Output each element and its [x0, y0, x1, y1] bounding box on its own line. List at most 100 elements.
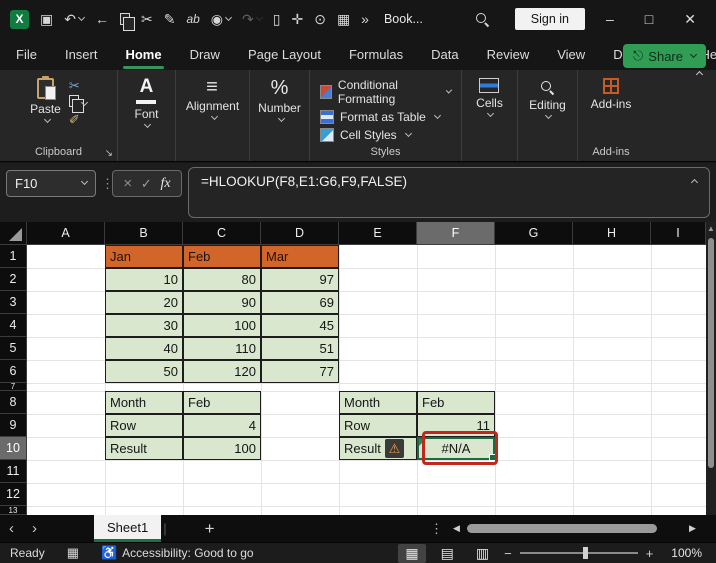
- font-group[interactable]: A Font: [118, 70, 176, 161]
- formula-input[interactable]: =HLOOKUP(F8,E1:G6,F9,FALSE): [188, 167, 710, 218]
- close-button[interactable]: ✕: [674, 11, 706, 28]
- addins-group[interactable]: Add-ins Add-ins: [578, 70, 644, 161]
- column-header-G[interactable]: G: [495, 222, 573, 245]
- tab-insert[interactable]: Insert: [63, 43, 100, 66]
- column-header-B[interactable]: B: [105, 222, 183, 245]
- row-header-9[interactable]: 9: [0, 414, 27, 437]
- tab-home[interactable]: Home: [123, 43, 164, 69]
- alignment-group[interactable]: ≡ Alignment: [176, 70, 250, 161]
- new-file-icon[interactable]: ▯: [273, 12, 281, 26]
- zoom-slider-thumb[interactable]: [583, 547, 589, 559]
- copy-button[interactable]: [68, 95, 88, 113]
- table-search-icon[interactable]: ▦: [337, 12, 350, 26]
- tab-file[interactable]: File: [14, 43, 39, 66]
- back-icon[interactable]: ←: [95, 12, 109, 26]
- cell-B6[interactable]: 50: [105, 360, 183, 383]
- cell-B1[interactable]: Jan: [105, 245, 183, 268]
- cell-B4[interactable]: 30: [105, 314, 183, 337]
- tab-review[interactable]: Review: [485, 43, 532, 66]
- minimize-button[interactable]: –: [596, 11, 624, 27]
- enter-icon[interactable]: ✓: [141, 176, 152, 192]
- accessibility-status[interactable]: Accessibility: Good to go: [122, 546, 253, 560]
- accessibility-icon[interactable]: ♿: [101, 545, 117, 561]
- paste-button[interactable]: Paste: [30, 76, 61, 124]
- row-header-7[interactable]: 7: [0, 383, 27, 391]
- cell-D4[interactable]: 45: [261, 314, 339, 337]
- sheet-nav-right-icon[interactable]: ›: [23, 520, 46, 537]
- cell-D1[interactable]: Mar: [261, 245, 339, 268]
- add-sheet-button[interactable]: +: [205, 519, 215, 539]
- draw-icon[interactable]: ✛: [291, 12, 303, 26]
- column-header-E[interactable]: E: [339, 222, 417, 245]
- row-header-12[interactable]: 12: [0, 483, 27, 506]
- normal-view-icon[interactable]: ▦: [398, 543, 426, 563]
- cell-C5[interactable]: 110: [183, 337, 261, 360]
- styles-item-conditional-formatting[interactable]: Conditional Formatting: [320, 78, 453, 106]
- save-icon[interactable]: ▣: [40, 12, 53, 26]
- cell-B2[interactable]: 10: [105, 268, 183, 291]
- share-button[interactable]: ⎋ Share: [623, 44, 706, 68]
- collapse-formula-bar-icon[interactable]: [690, 178, 699, 187]
- name-box[interactable]: F10: [6, 170, 96, 197]
- cut-icon[interactable]: ✂: [141, 12, 153, 26]
- page-break-view-icon[interactable]: ▥: [469, 544, 496, 563]
- error-warning-icon[interactable]: ⚠: [385, 439, 404, 458]
- cell-F8[interactable]: Feb: [417, 391, 495, 414]
- format-painter-button[interactable]: ✐: [69, 112, 80, 127]
- copy-icon[interactable]: [119, 13, 136, 31]
- styles-item-cell-styles[interactable]: Cell Styles: [320, 128, 412, 142]
- excel-logo[interactable]: X: [10, 9, 29, 29]
- cancel-icon[interactable]: ×: [123, 175, 132, 192]
- row-header-10[interactable]: 10: [0, 437, 27, 460]
- number-group[interactable]: % Number: [250, 70, 310, 161]
- cell-E9[interactable]: Row: [339, 414, 417, 437]
- search-icon[interactable]: [475, 12, 490, 27]
- sheet-tab-active[interactable]: Sheet1: [94, 515, 162, 542]
- row-header-11[interactable]: 11: [0, 460, 27, 483]
- column-header-F[interactable]: F: [417, 222, 495, 245]
- tab-draw[interactable]: Draw: [188, 43, 222, 66]
- tab-page-layout[interactable]: Page Layout: [246, 43, 323, 66]
- row-header-8[interactable]: 8: [0, 391, 27, 414]
- hscroll-left-icon[interactable]: ◀: [453, 523, 460, 534]
- cell-E8[interactable]: Month: [339, 391, 417, 414]
- zoom-level[interactable]: 100%: [671, 546, 702, 560]
- scroll-up-icon[interactable]: ▲: [707, 224, 715, 233]
- row-header-3[interactable]: 3: [0, 291, 27, 314]
- spreadsheet-grid[interactable]: A B C D E F G H I 1 2 3 4 5 6 7 8 9 10 11 12 13 Jan Feb Mar 10 80 9…: [0, 222, 706, 515]
- sign-in-button[interactable]: Sign in: [514, 8, 585, 30]
- zoom-out-icon[interactable]: −: [504, 546, 512, 561]
- camera-icon[interactable]: ⊙: [314, 12, 326, 26]
- row-header-2[interactable]: 2: [0, 268, 27, 291]
- tab-data[interactable]: Data: [429, 43, 460, 66]
- row-header-5[interactable]: 5: [0, 337, 27, 360]
- overflow-icon[interactable]: »: [361, 12, 369, 26]
- styles-item-format-as-table[interactable]: Format as Table: [320, 110, 441, 124]
- hscroll-right-icon[interactable]: ▶: [689, 523, 696, 534]
- cell-C1[interactable]: Feb: [183, 245, 261, 268]
- row-header-13[interactable]: 13: [0, 506, 27, 515]
- undo-icon[interactable]: ↶: [64, 12, 86, 26]
- column-header-C[interactable]: C: [183, 222, 261, 245]
- find-replace-icon[interactable]: ab: [186, 13, 199, 25]
- select-all-corner[interactable]: [0, 222, 27, 245]
- zoom-in-icon[interactable]: +: [646, 546, 654, 561]
- touch-mode-icon[interactable]: ◉: [211, 12, 233, 26]
- cell-B5[interactable]: 40: [105, 337, 183, 360]
- vertical-scroll-thumb[interactable]: [708, 238, 714, 468]
- cell-E10[interactable]: Result: [339, 437, 417, 460]
- cells-group[interactable]: Cells: [462, 70, 518, 161]
- column-header-H[interactable]: H: [573, 222, 651, 245]
- cell-B10[interactable]: Result: [105, 437, 183, 460]
- cell-B3[interactable]: 20: [105, 291, 183, 314]
- cell-C3[interactable]: 90: [183, 291, 261, 314]
- editing-group[interactable]: Editing: [518, 70, 578, 161]
- maximize-button[interactable]: □: [635, 11, 663, 27]
- zoom-slider[interactable]: [519, 547, 638, 559]
- cell-B9[interactable]: Row: [105, 414, 183, 437]
- row-header-1[interactable]: 1: [0, 245, 27, 268]
- cell-C10[interactable]: 100: [183, 437, 261, 460]
- edit-image-icon[interactable]: ✎: [164, 12, 176, 26]
- cell-C9[interactable]: 4: [183, 414, 261, 437]
- macro-record-icon[interactable]: ▦: [67, 545, 79, 561]
